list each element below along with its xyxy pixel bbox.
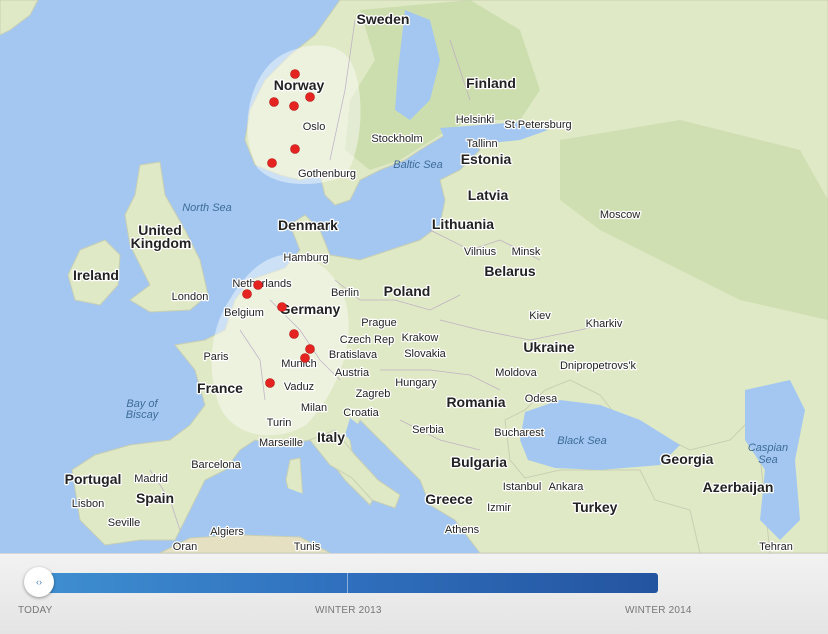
location-marker[interactable] bbox=[277, 302, 287, 312]
sea-label-sea: Sea bbox=[758, 454, 778, 466]
sea-label-black-sea: Black Sea bbox=[557, 435, 607, 447]
city-label-vaduz: Vaduz bbox=[284, 381, 314, 393]
city-label-helsinki: Helsinki bbox=[456, 114, 495, 126]
city-label-kharkiv: Kharkiv bbox=[586, 318, 623, 330]
city-label-belgium: Belgium bbox=[224, 307, 264, 319]
map-view[interactable]: Sweden Finland Norway Estonia Latvia Lithuani… bbox=[0, 0, 828, 553]
country-label-romania: Romania bbox=[446, 394, 505, 410]
country-label-kingdom: Kingdom bbox=[131, 235, 192, 251]
country-label-azerbaijan: Azerbaijan bbox=[703, 479, 774, 495]
city-label-stockholm: Stockholm bbox=[371, 133, 422, 145]
location-marker[interactable] bbox=[305, 344, 315, 354]
country-label-denmark: Denmark bbox=[278, 217, 338, 233]
location-marker[interactable] bbox=[305, 92, 315, 102]
country-label-turkey: Turkey bbox=[573, 499, 618, 515]
country-label-sweden: Sweden bbox=[357, 11, 410, 27]
location-marker[interactable] bbox=[289, 329, 299, 339]
country-label-latvia: Latvia bbox=[468, 187, 509, 203]
sea-label-biscay: Biscay bbox=[126, 409, 160, 421]
city-label-oslo: Oslo bbox=[303, 121, 326, 133]
city-label-tallinn: Tallinn bbox=[466, 138, 497, 150]
location-marker[interactable] bbox=[289, 101, 299, 111]
city-label-tunis: Tunis bbox=[294, 541, 321, 553]
location-marker[interactable] bbox=[253, 280, 263, 290]
timeline-track[interactable] bbox=[40, 573, 658, 593]
city-label-moscow: Moscow bbox=[600, 209, 640, 221]
city-label-austria: Austria bbox=[335, 367, 370, 379]
city-label-paris: Paris bbox=[203, 351, 229, 363]
city-label-istanbul: Istanbul bbox=[503, 481, 542, 493]
city-label-algiers: Algiers bbox=[210, 526, 244, 538]
city-label-minsk: Minsk bbox=[512, 246, 541, 258]
city-label-turin: Turin bbox=[267, 417, 292, 429]
city-label-barcelona: Barcelona bbox=[191, 459, 241, 471]
city-label-bucharest: Bucharest bbox=[494, 427, 544, 439]
country-label-finland: Finland bbox=[466, 75, 516, 91]
city-label-izmir: Izmir bbox=[487, 502, 511, 514]
country-label-france: France bbox=[197, 380, 243, 396]
city-label-london: London bbox=[172, 291, 209, 303]
timeline-bar: ‹› TODAY WINTER 2013 WINTER 2014 bbox=[0, 553, 828, 634]
country-label-spain: Spain bbox=[136, 490, 174, 506]
country-label-estonia: Estonia bbox=[461, 151, 512, 167]
timeline-slider-handle[interactable]: ‹› bbox=[24, 567, 54, 597]
city-label-prague: Prague bbox=[361, 317, 396, 329]
location-marker[interactable] bbox=[267, 158, 277, 168]
location-marker[interactable] bbox=[290, 69, 300, 79]
city-label-odesa: Odesa bbox=[525, 393, 558, 405]
city-label-lisbon: Lisbon bbox=[72, 498, 104, 510]
city-label-munich: Munich bbox=[281, 358, 316, 370]
city-label-krakow: Krakow bbox=[402, 332, 439, 344]
city-label-athens: Athens bbox=[445, 524, 480, 536]
sea-label-baltic-sea: Baltic Sea bbox=[393, 159, 443, 171]
city-label-gothenburg: Gothenburg bbox=[298, 168, 356, 180]
location-marker[interactable] bbox=[265, 378, 275, 388]
country-label-italy: Italy bbox=[317, 429, 345, 445]
country-label-ireland: Ireland bbox=[73, 267, 119, 283]
country-label-ukraine: Ukraine bbox=[523, 339, 575, 355]
country-label-lithuania: Lithuania bbox=[432, 216, 494, 232]
country-label-georgia: Georgia bbox=[661, 451, 714, 467]
location-marker[interactable] bbox=[290, 144, 300, 154]
country-label-greece: Greece bbox=[425, 491, 473, 507]
city-label-bratislava: Bratislava bbox=[329, 349, 378, 361]
city-label-zagreb: Zagreb bbox=[356, 388, 391, 400]
city-label-marseille: Marseille bbox=[259, 437, 303, 449]
map-canvas[interactable]: Sweden Finland Norway Estonia Latvia Lithuani… bbox=[0, 0, 828, 553]
city-label-croatia: Croatia bbox=[343, 407, 379, 419]
city-label-czech-rep: Czech Rep bbox=[340, 334, 394, 346]
location-marker[interactable] bbox=[242, 289, 252, 299]
location-marker[interactable] bbox=[269, 97, 279, 107]
location-marker[interactable] bbox=[300, 353, 310, 363]
city-label-hamburg: Hamburg bbox=[283, 252, 328, 264]
city-label-madrid: Madrid bbox=[134, 473, 168, 485]
country-label-belarus: Belarus bbox=[484, 263, 536, 279]
timeline-label-winter-2014: WINTER 2014 bbox=[625, 605, 692, 616]
country-label-poland: Poland bbox=[384, 283, 431, 299]
city-label-dnipropetrovs-k: Dnipropetrovs'k bbox=[560, 360, 637, 372]
city-label-oran: Oran bbox=[173, 541, 197, 553]
timeline-label-winter-2013: WINTER 2013 bbox=[315, 605, 382, 616]
city-label-vilnius: Vilnius bbox=[464, 246, 497, 258]
country-label-bulgaria: Bulgaria bbox=[451, 454, 507, 470]
city-label-ankara: Ankara bbox=[549, 481, 585, 493]
city-label-berlin: Berlin bbox=[331, 287, 359, 299]
city-label-hungary: Hungary bbox=[395, 377, 437, 389]
drag-arrows-icon: ‹› bbox=[36, 577, 42, 587]
city-label-st-petersburg: St Petersburg bbox=[504, 119, 571, 131]
country-label-portugal: Portugal bbox=[65, 471, 122, 487]
sea-label-caspian: Caspian bbox=[748, 442, 788, 454]
sea-label-north-sea: North Sea bbox=[182, 202, 232, 214]
timeline-label-today: TODAY bbox=[18, 605, 53, 616]
city-label-seville: Seville bbox=[108, 517, 140, 529]
country-label-norway: Norway bbox=[274, 77, 325, 93]
city-label-milan: Milan bbox=[301, 402, 327, 414]
timeline-divider bbox=[347, 573, 348, 593]
city-label-serbia: Serbia bbox=[412, 424, 445, 436]
city-label-kiev: Kiev bbox=[529, 310, 551, 322]
city-label-tehran: Tehran bbox=[759, 541, 793, 553]
country-label-germany: Germany bbox=[280, 301, 341, 317]
city-label-slovakia: Slovakia bbox=[404, 348, 446, 360]
city-label-moldova: Moldova bbox=[495, 367, 537, 379]
